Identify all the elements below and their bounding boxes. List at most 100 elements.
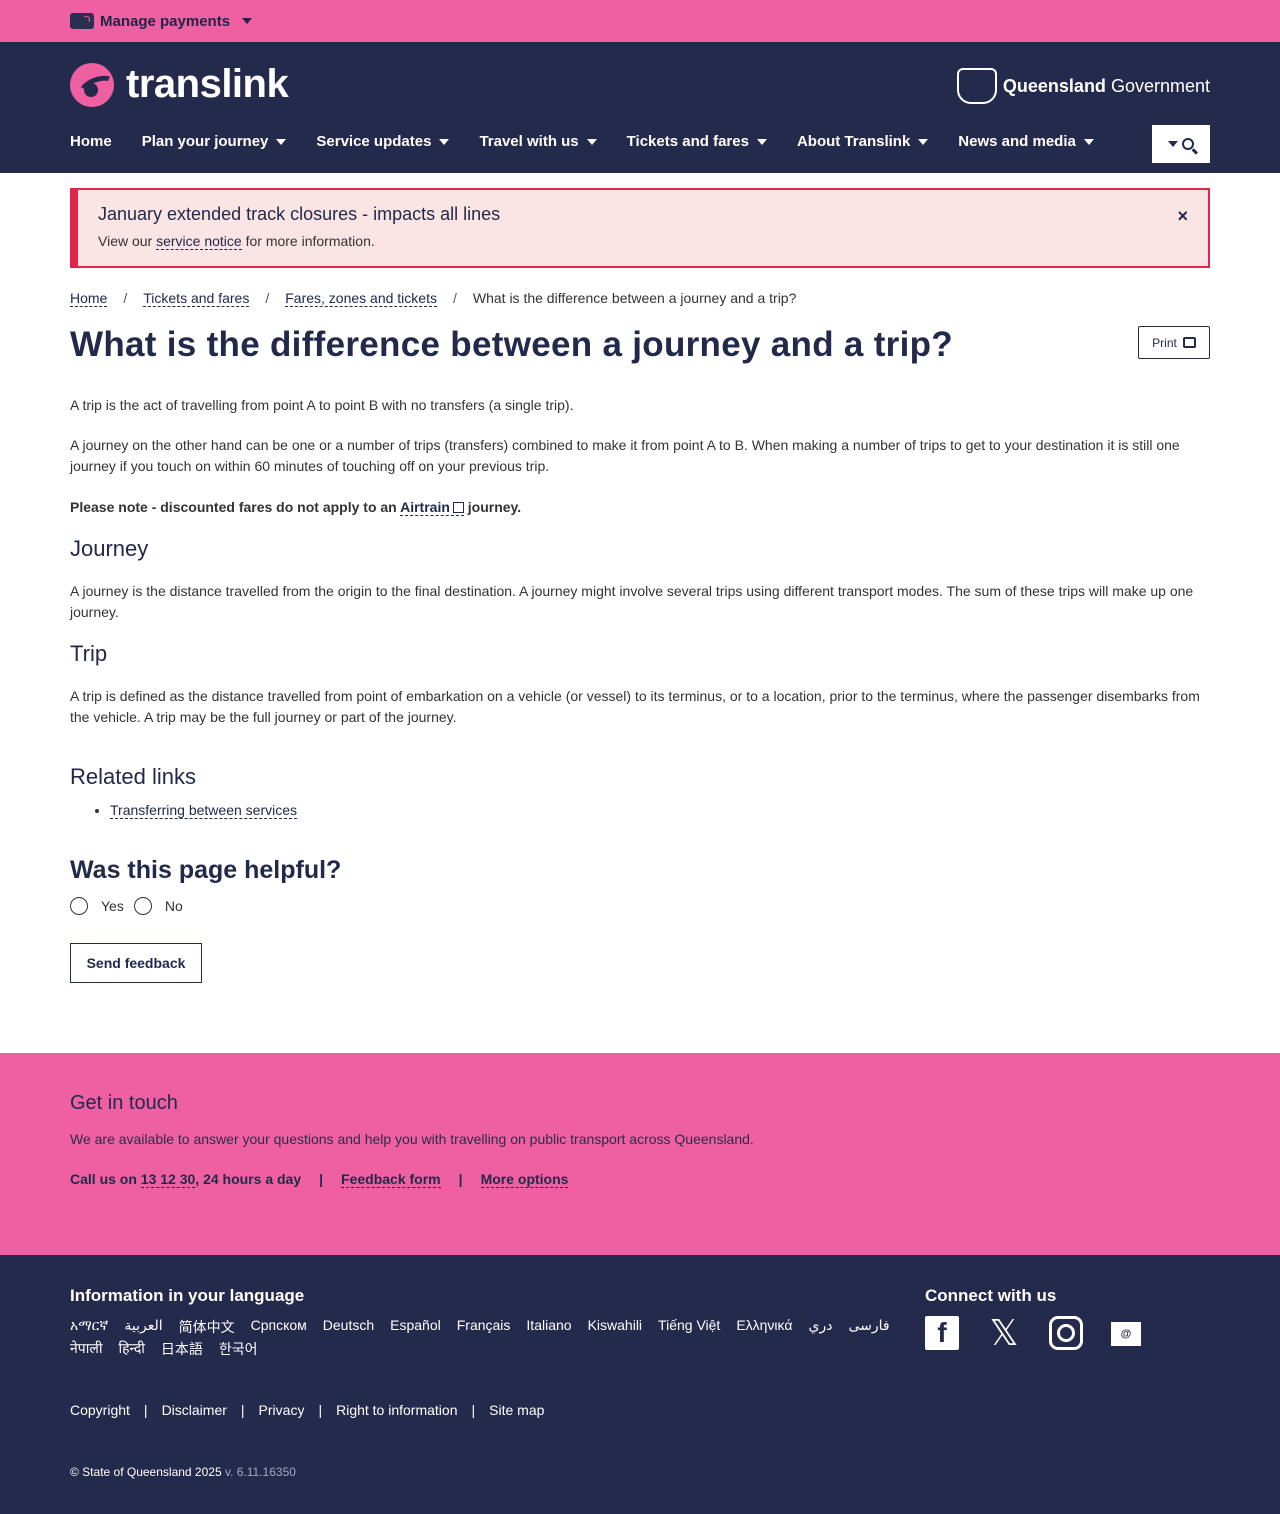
language-links: አማርኛ العربية 简体中文 Српском Deutsch Españo… [70, 1317, 900, 1359]
queensland-government-logo[interactable]: Queensland Government [956, 68, 1210, 104]
language-heading: Information in your language [70, 1286, 305, 1305]
chevron-down-icon [918, 138, 929, 145]
lang-link[interactable]: 日本語 [161, 1339, 203, 1359]
copyright-link[interactable]: Copyright [70, 1402, 130, 1418]
manage-payments-label: Manage payments [100, 12, 231, 30]
lang-link[interactable]: Français [457, 1317, 511, 1337]
site-footer: Information in your language አማርኛ العربي… [0, 1255, 1280, 1514]
chevron-down-icon [439, 138, 450, 145]
nav-plan-your-journey[interactable]: Plan your journey [142, 133, 287, 150]
lang-link[interactable]: Ελληνικά [736, 1317, 792, 1337]
manage-payments-menu[interactable]: Manage payments [70, 12, 253, 30]
lang-link[interactable]: हिन्दी [118, 1339, 144, 1359]
print-button[interactable]: Print [1138, 326, 1210, 359]
rti-link[interactable]: Right to information [336, 1402, 457, 1418]
lang-link[interactable]: Español [390, 1317, 441, 1337]
no-label: No [164, 898, 183, 914]
email-icon[interactable]: @ [1111, 1322, 1141, 1346]
lang-link[interactable]: Tiếng Việt [658, 1317, 720, 1337]
gov-name-bold: Queensland [1002, 75, 1106, 96]
breadcrumb-tickets-and-fares[interactable]: Tickets and fares [143, 290, 250, 307]
lang-link[interactable]: دري [808, 1317, 832, 1337]
disclaimer-link[interactable]: Disclaimer [162, 1402, 227, 1418]
social-links: f 𝕏 @ [925, 1312, 1141, 1353]
instagram-icon[interactable] [1049, 1316, 1083, 1350]
nav-service-updates[interactable]: Service updates [316, 133, 450, 150]
lang-link[interactable]: 简体中文 [179, 1317, 235, 1337]
related-links-heading: Related links [70, 764, 196, 789]
chevron-down-icon [1083, 138, 1094, 145]
x-icon[interactable]: 𝕏 [987, 1312, 1021, 1353]
privacy-link[interactable]: Privacy [259, 1402, 305, 1418]
printer-icon [1182, 337, 1196, 348]
chevron-down-icon [242, 18, 253, 24]
page-title: What is the difference between a journey… [70, 325, 953, 364]
get-in-touch: Get in touch We are available to answer … [0, 1053, 1280, 1255]
breadcrumb-current: What is the difference between a journey… [472, 290, 797, 306]
external-link-icon [452, 502, 464, 513]
no-radio[interactable] [133, 897, 152, 915]
yes-radio[interactable] [70, 897, 88, 915]
top-utility-bar: Manage payments [0, 0, 1280, 42]
lang-link[interactable]: فارسی [848, 1317, 889, 1337]
journey-text: A journey is the distance travelled from… [70, 583, 1194, 620]
transferring-link[interactable]: Transferring between services [110, 802, 298, 819]
lang-link[interactable]: Deutsch [323, 1317, 374, 1337]
lang-link[interactable]: Српском [251, 1317, 307, 1337]
related-links-list: Transferring between services [110, 802, 1210, 819]
lang-link[interactable]: العربية [124, 1317, 162, 1337]
chevron-down-icon [756, 138, 767, 145]
chevron-down-icon [586, 138, 597, 145]
helpful-radio-group: Yes No [70, 897, 1210, 915]
translink-logo[interactable]: translink [70, 62, 289, 107]
main-content: January extended track closures - impact… [70, 188, 1210, 983]
nav-home[interactable]: Home [70, 133, 112, 150]
alert-title: January extended track closures - impact… [98, 204, 501, 224]
phone-link[interactable]: 13 12 30 [140, 1171, 196, 1188]
legal-links: Copyright | Disclaimer | Privacy | Right to… [70, 1402, 545, 1418]
yes-label: Yes [101, 898, 124, 914]
send-feedback-button[interactable]: Send feedback [70, 943, 202, 983]
search-icon [1182, 138, 1194, 150]
nav-about-translink[interactable]: About Translink [797, 133, 929, 150]
site-header: translink Queensland Government Home Pla… [0, 42, 1280, 173]
gov-name-light: Government [1110, 75, 1210, 96]
lang-link[interactable]: Italiano [526, 1317, 571, 1337]
site-map-link[interactable]: Site map [489, 1402, 544, 1418]
discount-note: Please note - discounted fares do not ap… [70, 499, 522, 516]
brand-name: translink [126, 62, 289, 106]
nav-news-and-media[interactable]: News and media [958, 133, 1094, 150]
lang-link[interactable]: नेपाली [70, 1339, 102, 1359]
coat-of-arms-icon [956, 68, 997, 104]
service-notice-link[interactable]: service notice [156, 233, 242, 250]
lang-link[interactable]: 한국어 [219, 1339, 258, 1359]
breadcrumb-home[interactable]: Home [70, 290, 108, 307]
facebook-icon[interactable]: f [925, 1316, 959, 1350]
alert-body: View our service notice for more informa… [98, 233, 375, 250]
trip-heading: Trip [70, 641, 108, 666]
lang-link[interactable]: አማርኛ [70, 1317, 108, 1337]
trip-text: A trip is defined as the distance travel… [70, 688, 1200, 725]
get-in-touch-desc: We are available to answer your question… [70, 1131, 754, 1147]
chevron-down-icon [276, 138, 287, 145]
more-options-link[interactable]: More options [480, 1171, 569, 1188]
paragraph-journey-intro: A journey on the other hand can be one o… [70, 437, 1180, 474]
lang-link[interactable]: Kiswahili [588, 1317, 642, 1337]
search-toggle-button[interactable] [1152, 125, 1210, 163]
translink-logo-icon [70, 62, 114, 107]
copyright-text: © State of Queensland 2025 v. 6.11.16350 [70, 1465, 296, 1479]
main-nav: Home Plan your journey Service updates T… [70, 133, 1124, 150]
nav-travel-with-us[interactable]: Travel with us [479, 133, 597, 150]
version-text: v. 6.11.16350 [224, 1465, 296, 1479]
breadcrumb-fares-zones-tickets[interactable]: Fares, zones and tickets [285, 290, 437, 307]
close-icon[interactable]: × [1177, 206, 1188, 227]
connect-heading: Connect with us [925, 1286, 1057, 1305]
helpful-heading: Was this page helpful? [70, 856, 342, 884]
airtrain-link[interactable]: Airtrain [400, 499, 464, 516]
feedback-form-link[interactable]: Feedback form [341, 1171, 441, 1188]
nav-tickets-and-fares[interactable]: Tickets and fares [627, 133, 767, 150]
journey-heading: Journey [70, 536, 149, 561]
get-in-touch-heading: Get in touch [70, 1092, 178, 1114]
paragraph-trip-intro: A trip is the act of travelling from poi… [70, 397, 574, 413]
chevron-down-icon [1168, 141, 1178, 147]
